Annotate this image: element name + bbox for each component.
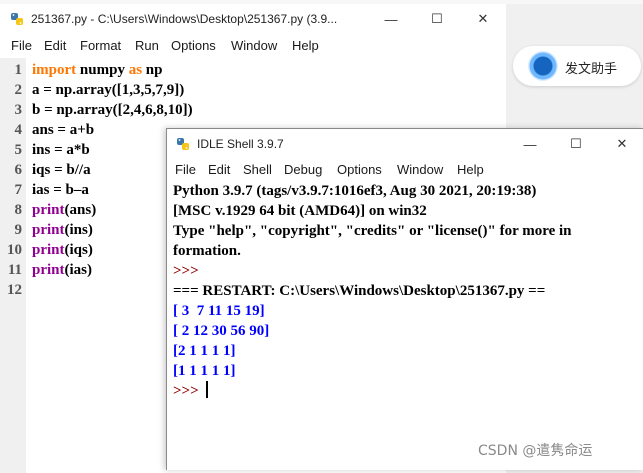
shell-line: === RESTART: C:\Users\Windows\Desktop\25… [173,283,546,299]
code-token: (ans) [64,202,97,218]
editor-menu-edit[interactable]: Edit [44,38,66,53]
shell-menubar: File Edit Shell Debug Options Window Hel… [167,159,643,181]
watermark: CSDN @遣隽命运 [478,443,593,459]
shell-menu-window[interactable]: Window [397,162,443,177]
line-number: 2 [14,82,23,98]
line-number: 8 [14,202,23,218]
text-cursor [206,381,209,398]
send-assistant-label: 发文助手 [565,62,618,77]
shell-line: >>> [173,263,199,279]
code-token: (iqs) [64,242,93,258]
code-token: ans = a+b [32,122,95,138]
shell-line: [1 1 1 1 1] [173,363,236,379]
code-line: print(iqs) [32,240,93,260]
shell-titlebar[interactable]: IDLE Shell 3.9.7 — ☐ ✕ [167,129,643,159]
code-line: iqs = b//a [32,160,91,180]
code-token: (ias) [64,262,93,278]
shell-line: formation. [173,243,241,259]
code-token: import [32,62,77,78]
code-token: ins = a*b [32,142,90,158]
shell-title: IDLE Shell 3.9.7 [197,137,284,151]
code-line: b = np.array([2,4,6,8,10]) [32,100,193,120]
editor-menu-help[interactable]: Help [292,38,319,53]
editor-title: 251367.py - C:\Users\Windows\Desktop\251… [31,12,338,26]
shell-menu-shell[interactable]: Shell [243,162,272,177]
code-token: print [32,202,65,218]
code-token: (ins) [64,222,93,238]
maximize-icon[interactable]: ☐ [553,129,599,159]
shell-menu-file[interactable]: File [175,162,196,177]
shell-menu-edit[interactable]: Edit [208,162,230,177]
code-token: print [32,222,65,238]
shell-line: [ 3 7 11 15 19] [173,303,265,319]
code-token: iqs = b//a [32,162,91,178]
line-number: 9 [14,222,23,238]
code-token: numpy [76,62,129,78]
line-number: 3 [14,102,23,118]
editor-titlebar[interactable]: 251367.py - C:\Users\Windows\Desktop\251… [0,4,506,34]
code-token: a = np.array([1,3,5,7,9]) [32,82,185,98]
line-number: 1 [14,62,23,78]
shell-menu-options[interactable]: Options [337,162,382,177]
code-token: print [32,242,65,258]
code-line: import numpy as np [32,60,162,80]
line-number: 6 [14,162,23,178]
code-token: as [128,62,143,78]
shell-line: >>> [173,381,209,401]
close-icon[interactable]: ✕ [599,129,643,159]
shell-line: Type "help", "copyright", "credits" or "… [173,223,572,239]
close-icon[interactable]: ✕ [460,4,506,34]
python-icon [10,12,24,31]
editor-menubar: File Edit Format Run Options Window Help [0,34,506,58]
assistant-icon [528,51,558,81]
shell-line: [2 1 1 1 1] [173,343,236,359]
code-line: print(ins) [32,220,93,240]
code-line: ans = a+b [32,120,94,140]
shell-output-area[interactable]: Python 3.9.7 (tags/v3.9.7:1016ef3, Aug 3… [167,181,643,470]
minimize-icon[interactable]: — [368,4,414,34]
shell-line: [MSC v.1929 64 bit (AMD64)] on win32 [173,203,427,219]
code-token: b = np.array([2,4,6,8,10]) [32,102,193,118]
code-token: print [32,262,65,278]
code-line: ias = b–a [32,180,89,200]
line-number: 5 [14,142,23,158]
shell-menu-help[interactable]: Help [457,162,484,177]
python-icon [176,137,190,156]
code-line: a = np.array([1,3,5,7,9]) [32,80,184,100]
editor-menu-run[interactable]: Run [135,38,159,53]
shell-line: [ 2 12 30 56 90] [173,323,270,339]
code-line: print(ans) [32,200,96,220]
editor-menu-options[interactable]: Options [171,38,216,53]
minimize-icon[interactable]: — [507,129,553,159]
code-token: np [142,62,163,78]
line-number: 7 [14,182,23,198]
editor-menu-file[interactable]: File [11,38,32,53]
line-number: 10 [7,242,22,258]
code-line: ins = a*b [32,140,90,160]
shell-menu-debug[interactable]: Debug [284,162,322,177]
code-token: ias = b–a [32,182,89,198]
maximize-icon[interactable]: ☐ [414,4,460,34]
shell-line: Python 3.9.7 (tags/v3.9.7:1016ef3, Aug 3… [173,183,537,199]
editor-menu-format[interactable]: Format [80,38,121,53]
line-number: 4 [14,122,23,138]
editor-menu-window[interactable]: Window [231,38,277,53]
line-number: 12 [7,282,22,298]
line-number: 11 [7,262,22,278]
shell-window: IDLE Shell 3.9.7 — ☐ ✕ File Edit Shell D… [166,128,643,470]
code-line: print(ias) [32,260,92,280]
line-number-gutter: 1 2 3 4 5 6 7 8 9 10 11 12 [0,58,26,473]
